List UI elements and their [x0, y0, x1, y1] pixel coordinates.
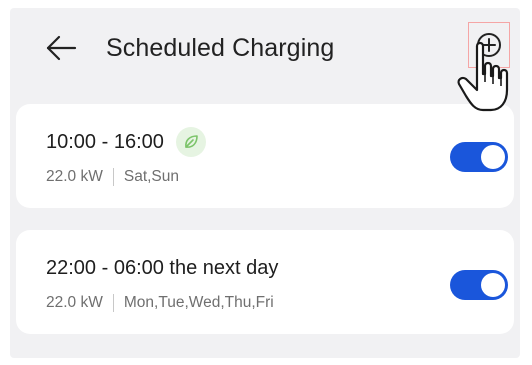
schedule-time-label: 10:00 - 16:00	[46, 131, 164, 153]
days-value: Mon,Tue,Wed,Thu,Fri	[123, 294, 274, 311]
back-button[interactable]	[44, 30, 80, 66]
toggle-knob	[481, 273, 505, 297]
schedule-details: 22.0 kW Sat,Sun	[46, 166, 179, 188]
plus-circle-icon	[477, 33, 501, 57]
app-screen: Scheduled Charging 10:00 - 16:00 22.0 kW…	[10, 8, 520, 358]
header: Scheduled Charging	[10, 8, 520, 94]
days-value: Sat,Sun	[123, 168, 180, 185]
schedule-toggle[interactable]	[450, 142, 508, 172]
schedule-card[interactable]: 22:00 - 06:00 the next day 22.0 kW Mon,T…	[16, 230, 514, 334]
toggle-knob	[481, 145, 505, 169]
arrow-left-icon	[46, 35, 77, 61]
schedule-time: 22:00 - 06:00 the next day	[46, 254, 278, 282]
leaf-icon	[184, 135, 198, 148]
power-value: 22.0 kW	[46, 168, 103, 185]
schedule-toggle[interactable]	[450, 270, 508, 300]
power-value: 22.0 kW	[46, 294, 103, 311]
eco-badge	[175, 127, 206, 157]
schedule-card[interactable]: 10:00 - 16:00 22.0 kW Sat,Sun	[16, 104, 514, 208]
add-schedule-button[interactable]	[468, 22, 510, 68]
schedule-details: 22.0 kW Mon,Tue,Wed,Thu,Fri	[46, 292, 274, 314]
divider	[112, 294, 114, 312]
divider	[112, 168, 114, 186]
schedule-time: 10:00 - 16:00	[46, 127, 206, 157]
page-title: Scheduled Charging	[106, 34, 335, 62]
schedule-time-label: 22:00 - 06:00 the next day	[46, 257, 279, 279]
